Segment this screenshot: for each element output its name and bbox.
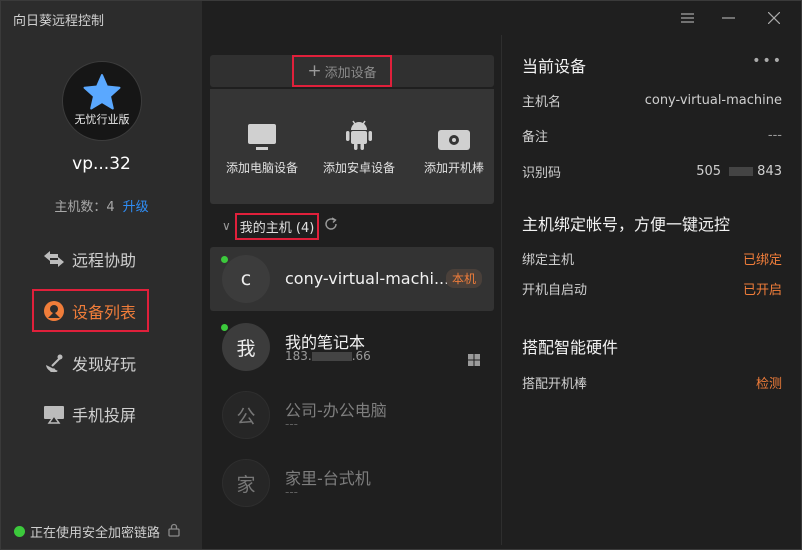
remote-assist-icon: [42, 247, 66, 271]
upgrade-link[interactable]: 升级: [123, 200, 149, 215]
device-row[interactable]: 公 公司-办公电脑 ---: [210, 383, 494, 447]
note-key: 备注: [522, 129, 549, 145]
minimize-icon[interactable]: [705, 1, 751, 35]
device-row[interactable]: 家 家里-台式机 ---: [210, 451, 494, 515]
screen-cast-icon: [42, 402, 66, 426]
plus-icon: +: [307, 61, 322, 81]
host-name-key: 主机名: [522, 94, 562, 110]
nav-discover[interactable]: 发现好玩: [42, 348, 136, 378]
boot-stick-check[interactable]: 检测: [756, 373, 782, 392]
group-label: 我的主机 (4): [234, 212, 320, 240]
nav-remote-assist[interactable]: 远程协助: [42, 244, 136, 274]
sidebar: 向日葵远程控制 无忧行业版 vp...32 主机数：4 升级 远程协助 设备列表: [1, 1, 202, 549]
add-device-bar: + 添加设备: [210, 55, 494, 87]
app-title: 向日葵远程控制: [13, 14, 105, 29]
username: vp...32: [72, 154, 131, 174]
add-boot-stick-option[interactable]: 添加开机棒: [404, 119, 494, 176]
current-device-title: 当前设备: [522, 57, 587, 76]
bind-host-value[interactable]: 已绑定: [743, 249, 782, 268]
host-name-row: 主机名 cony-virtual-machine: [522, 90, 782, 110]
device-avatar: 家: [222, 459, 270, 507]
secure-text: 正在使用安全加密链路: [30, 526, 161, 541]
online-indicator: [221, 324, 228, 331]
id-suffix: 843: [757, 163, 782, 179]
note-row: 备注 ---: [522, 125, 782, 145]
host-name-value: cony-virtual-machine: [644, 92, 782, 108]
local-badge: 本机: [445, 269, 482, 288]
boot-stick-key: 搭配开机棒: [522, 376, 588, 392]
device-name: cony-virtual-machi...: [285, 269, 450, 288]
secure-status: 正在使用安全加密链路: [14, 522, 180, 541]
device-row[interactable]: c cony-virtual-machi... 本机: [210, 247, 494, 311]
device-list-icon: [42, 299, 66, 323]
device-ip: 183. .66: [285, 349, 371, 363]
device-sub: ---: [285, 417, 298, 431]
device-avatar: 公: [222, 391, 270, 439]
device-ip-suffix: .66: [351, 349, 371, 363]
add-android-label: 添加安卓设备: [322, 161, 395, 175]
app-window: 向日葵远程控制 无忧行业版 vp...32 主机数：4 升级 远程协助 设备列表: [0, 0, 802, 550]
boot-stick-icon: [404, 119, 494, 151]
add-device-button[interactable]: + 添加设备: [292, 55, 392, 87]
nav-device-list[interactable]: 设备列表: [32, 289, 149, 332]
id-key: 识别码: [522, 165, 562, 181]
discover-icon: [42, 351, 66, 375]
nav-remote-assist-label: 远程协助: [72, 251, 137, 270]
android-icon: [309, 119, 409, 151]
windows-icon: [468, 351, 480, 370]
star-icon: [83, 74, 121, 110]
host-count-label: 主机数：4: [54, 200, 115, 215]
nav-screen-cast-label: 手机投屏: [72, 406, 137, 425]
online-indicator: [221, 256, 228, 263]
device-name: 公司-办公电脑: [285, 401, 387, 420]
plan-label: 无忧行业版: [74, 113, 130, 126]
autostart-key: 开机自启动: [522, 282, 588, 298]
device-detail-panel: 当前设备 ••• 主机名 cony-virtual-machine 备注 ---…: [502, 1, 801, 549]
secure-dot: [14, 526, 25, 537]
redacted-mask: [311, 352, 352, 361]
id-row: 识别码 505 843: [522, 161, 782, 181]
bind-section-title: 主机绑定帐号，方便一键远控: [522, 215, 731, 234]
device-avatar: 我: [222, 323, 270, 371]
nav-device-list-label: 设备列表: [72, 302, 137, 322]
device-row[interactable]: 我 我的笔记本 183. .66: [210, 315, 494, 379]
chevron-down-icon: ∨: [222, 219, 231, 233]
menu-icon[interactable]: [669, 1, 705, 35]
close-icon[interactable]: [751, 1, 797, 35]
redacted-mask: [729, 166, 754, 176]
more-options-icon[interactable]: •••: [752, 53, 783, 69]
add-boot-stick-label: 添加开机棒: [423, 161, 484, 175]
device-avatar: c: [222, 255, 270, 303]
refresh-icon[interactable]: [324, 217, 338, 235]
bind-host-row: 绑定主机 已绑定: [522, 248, 782, 268]
host-count: 主机数：4 升级: [1, 196, 202, 215]
device-ip-prefix: 183.: [285, 349, 312, 363]
add-options-panel: 添加电脑设备 添加安卓设备 添加开机棒: [210, 89, 494, 204]
monitor-icon: [212, 119, 312, 151]
device-sub: ---: [285, 485, 298, 499]
bind-host-key: 绑定主机: [522, 252, 575, 268]
avatar[interactable]: 无忧行业版: [62, 61, 142, 141]
autostart-value[interactable]: 已开启: [743, 279, 782, 298]
autostart-row: 开机自启动 已开启: [522, 278, 782, 298]
boot-stick-row: 搭配开机棒 检测: [522, 372, 782, 392]
id-value: 505 843: [696, 164, 782, 179]
device-list-panel: + 添加设备 添加电脑设备 添加安卓设备 添加开机棒 ∨ 我的主机 (4) c …: [202, 1, 502, 549]
nav-discover-label: 发现好玩: [72, 355, 137, 374]
id-prefix: 505: [696, 163, 722, 179]
nav-screen-cast[interactable]: 手机投屏: [42, 399, 136, 429]
add-android-option[interactable]: 添加安卓设备: [309, 119, 409, 176]
add-pc-label: 添加电脑设备: [225, 161, 298, 175]
lock-icon: [168, 523, 180, 541]
window-controls: [669, 1, 797, 35]
hardware-section-title: 搭配智能硬件: [522, 338, 619, 357]
group-header[interactable]: ∨ 我的主机 (4): [222, 212, 338, 240]
note-value: ---: [767, 127, 782, 143]
add-pc-option[interactable]: 添加电脑设备: [212, 119, 312, 176]
add-device-label: 添加设备: [324, 65, 377, 81]
